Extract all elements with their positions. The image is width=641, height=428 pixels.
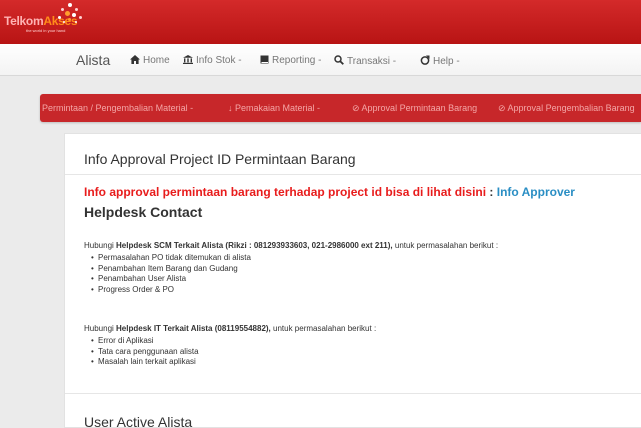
nav-home[interactable]: Home <box>130 55 170 66</box>
info-approver-link[interactable]: Info Approver <box>497 185 575 199</box>
nav-info-stok-label: Info Stok - <box>196 55 242 66</box>
nav-home-label: Home <box>143 55 170 66</box>
top-header: TelkomAkses the world in your hand <box>0 0 641 44</box>
scm-issue-list: Permasalahan PO tidak ditemukan di alist… <box>91 253 251 295</box>
user-active-heading: User Active Alista <box>84 414 193 428</box>
helpdesk-scm-text: Hubungi Helpdesk SCM Terkait Alista (Rik… <box>84 241 499 250</box>
info-separator: : <box>486 185 497 199</box>
info-approval-text: Info approval permintaan barang terhadap… <box>84 185 487 199</box>
subnav-approval-pengembalian[interactable]: ⊘ Approval Pengembalian Barang <box>498 103 635 114</box>
list-item: Error di Aplikasi <box>91 336 199 347</box>
search-icon <box>334 55 344 65</box>
list-item: Penambahan User Alista <box>91 274 251 285</box>
nav-help[interactable]: Help - <box>420 55 460 67</box>
nav-help-label: Help - <box>433 56 460 67</box>
section-divider <box>65 393 641 394</box>
list-item: Tata cara penggunaan alista <box>91 347 199 358</box>
subnav-pemakaian-material[interactable]: ↓ Pemakaian Material - <box>228 103 320 113</box>
nav-transaksi-label: Transaksi - <box>347 56 397 67</box>
helpdesk-it-text: Hubungi Helpdesk IT Terkait Alista (0811… <box>84 324 377 333</box>
brand-alista[interactable]: Alista <box>76 52 110 68</box>
it-issue-list: Error di Aplikasi Tata cara penggunaan a… <box>91 336 199 368</box>
logo-tagline: the world in your hand <box>26 28 66 33</box>
home-icon <box>130 55 140 64</box>
list-item: Penambahan Item Barang dan Gudang <box>91 264 251 275</box>
helpdesk-heading: Helpdesk Contact <box>84 204 203 220</box>
nav-info-stok[interactable]: Info Stok - <box>183 55 242 66</box>
list-item: Progress Order & PO <box>91 285 251 296</box>
main-navbar: Alista Home Info Stok - Reporting - Tran… <box>0 44 641 76</box>
help-icon <box>420 55 430 65</box>
list-item: Permasalahan PO tidak ditemukan di alist… <box>91 253 251 264</box>
title-divider <box>65 174 641 175</box>
logo-sparkle-icon <box>56 3 84 27</box>
subnav-permintaan-pengembalian[interactable]: Permintaan / Pengembalian Material - <box>42 103 193 113</box>
list-item: Masalah lain terkait aplikasi <box>91 357 199 368</box>
panel-title: Info Approval Project ID Permintaan Bara… <box>84 151 356 167</box>
sub-navbar: Permintaan / Pengembalian Material - ↓ P… <box>40 94 641 122</box>
info-approval-line: Info approval permintaan barang terhadap… <box>84 185 575 199</box>
subnav-approval-permintaan[interactable]: ⊘ Approval Permintaan Barang <box>352 103 477 114</box>
bank-icon <box>183 55 193 64</box>
telkom-akses-logo[interactable]: TelkomAkses the world in your hand <box>0 0 96 44</box>
nav-reporting[interactable]: Reporting - <box>260 55 321 66</box>
book-icon <box>260 55 269 64</box>
content-panel: Info Approval Project ID Permintaan Bara… <box>64 133 641 428</box>
nav-reporting-label: Reporting - <box>272 55 322 66</box>
nav-transaksi[interactable]: Transaksi - <box>334 55 396 67</box>
